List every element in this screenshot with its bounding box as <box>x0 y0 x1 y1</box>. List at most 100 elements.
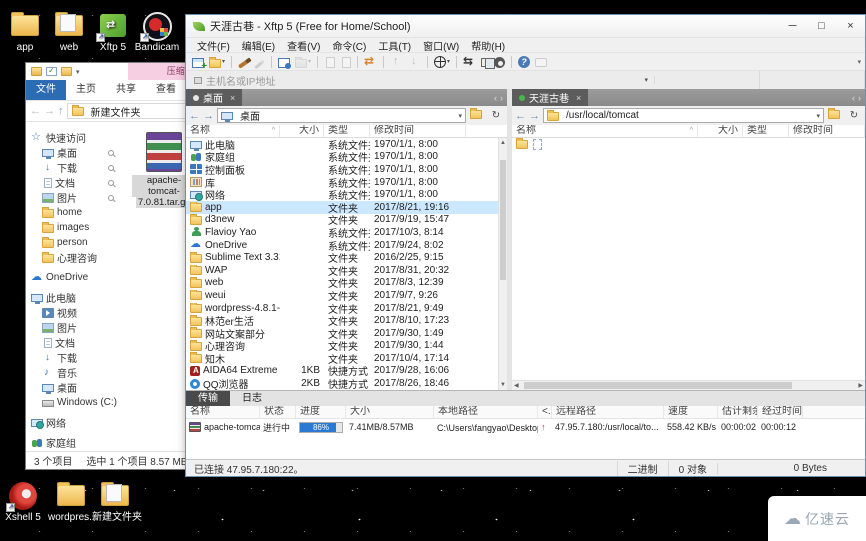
qat-customize-chevron-icon[interactable]: ▾ <box>76 68 80 76</box>
settings-button[interactable] <box>494 55 506 69</box>
connect-button[interactable] <box>237 55 250 69</box>
desktop-icon-wordpress[interactable]: wordpres... <box>48 482 97 523</box>
remote-path-combo[interactable]: /usr/local/tomcat ▾ <box>543 108 824 123</box>
sidebar-item[interactable]: 图片 <box>26 190 120 205</box>
close-button[interactable]: × <box>836 15 865 37</box>
remote-transferring-item[interactable] <box>512 138 865 151</box>
scroll-right-icon[interactable]: ▶ <box>858 381 863 390</box>
refresh-button[interactable]: ↻ <box>488 110 504 121</box>
password-field[interactable] <box>760 70 865 90</box>
sidebar-item[interactable]: 下载 <box>26 160 120 175</box>
properties-check-icon[interactable] <box>46 66 57 76</box>
menu-item[interactable]: 文件(F) <box>192 38 235 53</box>
scroll-left-icon[interactable]: ◀ <box>514 381 519 390</box>
new-folder-icon[interactable] <box>61 67 72 76</box>
help-button[interactable] <box>518 55 531 69</box>
desktop-icon-xshell[interactable]: Xshell 5 <box>0 482 46 523</box>
column-header[interactable]: 修改时间 <box>370 125 466 137</box>
sidebar-item[interactable]: 文档 <box>26 335 120 350</box>
remote-tab[interactable]: 天涯古巷 × <box>512 89 589 106</box>
column-header[interactable]: 类型 <box>324 125 370 137</box>
up-icon[interactable]: ↑ <box>58 102 64 120</box>
local-vertical-scrollbar[interactable]: ▲ ▼ <box>498 138 507 390</box>
open-folder-button[interactable] <box>469 108 485 122</box>
desktop-icon-bandicam[interactable]: Bandicam <box>134 12 180 53</box>
ribbon-tab-2[interactable]: 共享 <box>106 80 146 100</box>
tab-scroll-arrows[interactable]: ‹ › <box>494 89 507 106</box>
sidebar-item[interactable]: images <box>26 220 120 235</box>
menu-item[interactable]: 窗口(W) <box>418 38 464 53</box>
ribbon-tab-0[interactable]: 文件 <box>26 80 66 100</box>
local-path-combo[interactable]: 桌面 ▾ <box>217 108 466 123</box>
tab-scroll-arrows[interactable]: ‹ › <box>852 89 865 106</box>
desktop-icon-app[interactable]: app <box>2 12 48 53</box>
transfer-column-header[interactable]: 本地路径 <box>434 406 538 418</box>
transfer-column-header[interactable]: 状态 <box>260 406 296 418</box>
properties-button[interactable] <box>278 55 292 69</box>
column-header[interactable]: 类型 <box>743 125 789 137</box>
username-field[interactable] <box>655 70 760 90</box>
open-folder-button[interactable]: ▾ <box>209 55 225 69</box>
transfer-column-header[interactable]: 速度 <box>664 406 718 418</box>
menu-item[interactable]: 编辑(E) <box>237 38 280 53</box>
column-header[interactable]: 名称 ^ <box>186 125 280 137</box>
menu-item[interactable]: 命令(C) <box>327 38 371 53</box>
sidebar-item[interactable]: 图片 <box>26 320 120 335</box>
path-dropdown-icon[interactable]: ▾ <box>816 112 820 120</box>
desktop-icon-web[interactable]: web <box>46 12 92 53</box>
sidebar-item[interactable]: 音乐 <box>26 365 120 381</box>
back-icon[interactable]: ← <box>515 110 526 122</box>
transfer-column-header[interactable]: 经过时间 <box>758 406 803 418</box>
new-session-button[interactable] <box>192 55 207 72</box>
compare-button[interactable] <box>481 55 496 69</box>
menu-item[interactable]: 工具(T) <box>373 38 416 53</box>
transfer-column-header[interactable]: 远程路径 <box>552 406 664 418</box>
forward-icon[interactable]: → <box>44 102 55 120</box>
transfer-column-header[interactable]: <.. <box>538 406 552 418</box>
column-header[interactable]: 修改时间 <box>789 125 865 137</box>
back-icon[interactable]: ← <box>30 102 41 120</box>
column-header[interactable]: 名称 ^ <box>512 125 698 137</box>
sidebar-item[interactable]: OneDrive <box>26 270 120 285</box>
scroll-up-icon[interactable]: ▲ <box>499 138 507 148</box>
transfer-row[interactable]: apache-tomcat-7.0...进行中 86% 7.41MB/8.57MB C… <box>186 419 865 435</box>
sidebar-item[interactable]: person <box>26 235 120 250</box>
sidebar-item[interactable]: 此电脑 <box>26 290 120 305</box>
sidebar-item[interactable]: 家庭组 <box>26 435 120 450</box>
host-input[interactable]: 主机名或IP地址 <box>206 71 638 90</box>
ribbon-tab-1[interactable]: 主页 <box>66 80 106 100</box>
maximize-button[interactable]: □ <box>807 15 836 37</box>
tab-close-icon[interactable]: × <box>230 93 235 103</box>
menu-item[interactable]: 查看(V) <box>282 38 325 53</box>
tab-log[interactable]: 日志 <box>230 391 274 406</box>
scrollbar-thumb[interactable] <box>500 160 506 280</box>
transfer-button[interactable] <box>364 54 377 69</box>
column-header[interactable]: 大小 <box>698 125 743 137</box>
refresh-button[interactable]: ↻ <box>846 110 862 121</box>
transfer-column-header[interactable]: 估计剩余.. <box>718 406 758 418</box>
remote-horizontal-scrollbar[interactable]: ◀ ▶ <box>512 380 865 390</box>
toolbar-overflow-icon[interactable]: ▾ <box>857 58 861 66</box>
sidebar-item[interactable]: 视频 <box>26 305 120 320</box>
desktop-icon-xftp[interactable]: Xftp 5 <box>90 12 136 53</box>
sidebar-item[interactable]: Windows (C:) <box>26 395 120 410</box>
forward-icon[interactable]: → <box>203 110 214 122</box>
path-dropdown-icon[interactable]: ▾ <box>458 112 462 120</box>
transfer-column-header[interactable]: 名称 <box>186 406 260 418</box>
sidebar-item[interactable]: 网络 <box>26 415 120 430</box>
transfer-column-header[interactable]: 大小 <box>346 406 434 418</box>
sidebar-item[interactable]: 文档 <box>26 175 120 190</box>
scrollbar-thumb[interactable] <box>524 382 793 389</box>
sidebar-item[interactable]: 桌面 <box>26 145 120 160</box>
sidebar-item[interactable]: home <box>26 205 120 220</box>
open-folder-button[interactable] <box>827 108 843 122</box>
tab-transfer[interactable]: 传输 <box>186 391 230 406</box>
back-icon[interactable]: ← <box>189 110 200 122</box>
local-tab[interactable]: 桌面 × <box>186 89 243 106</box>
web-button[interactable]: ▾ <box>434 55 450 69</box>
sidebar-item[interactable]: 快速访问 <box>26 130 120 146</box>
ribbon-tab-3[interactable]: 查看 <box>146 80 186 100</box>
column-header[interactable]: 大小 <box>280 125 324 137</box>
host-dropdown-icon[interactable]: ▾ <box>638 76 655 84</box>
folder-icon[interactable] <box>31 67 42 76</box>
